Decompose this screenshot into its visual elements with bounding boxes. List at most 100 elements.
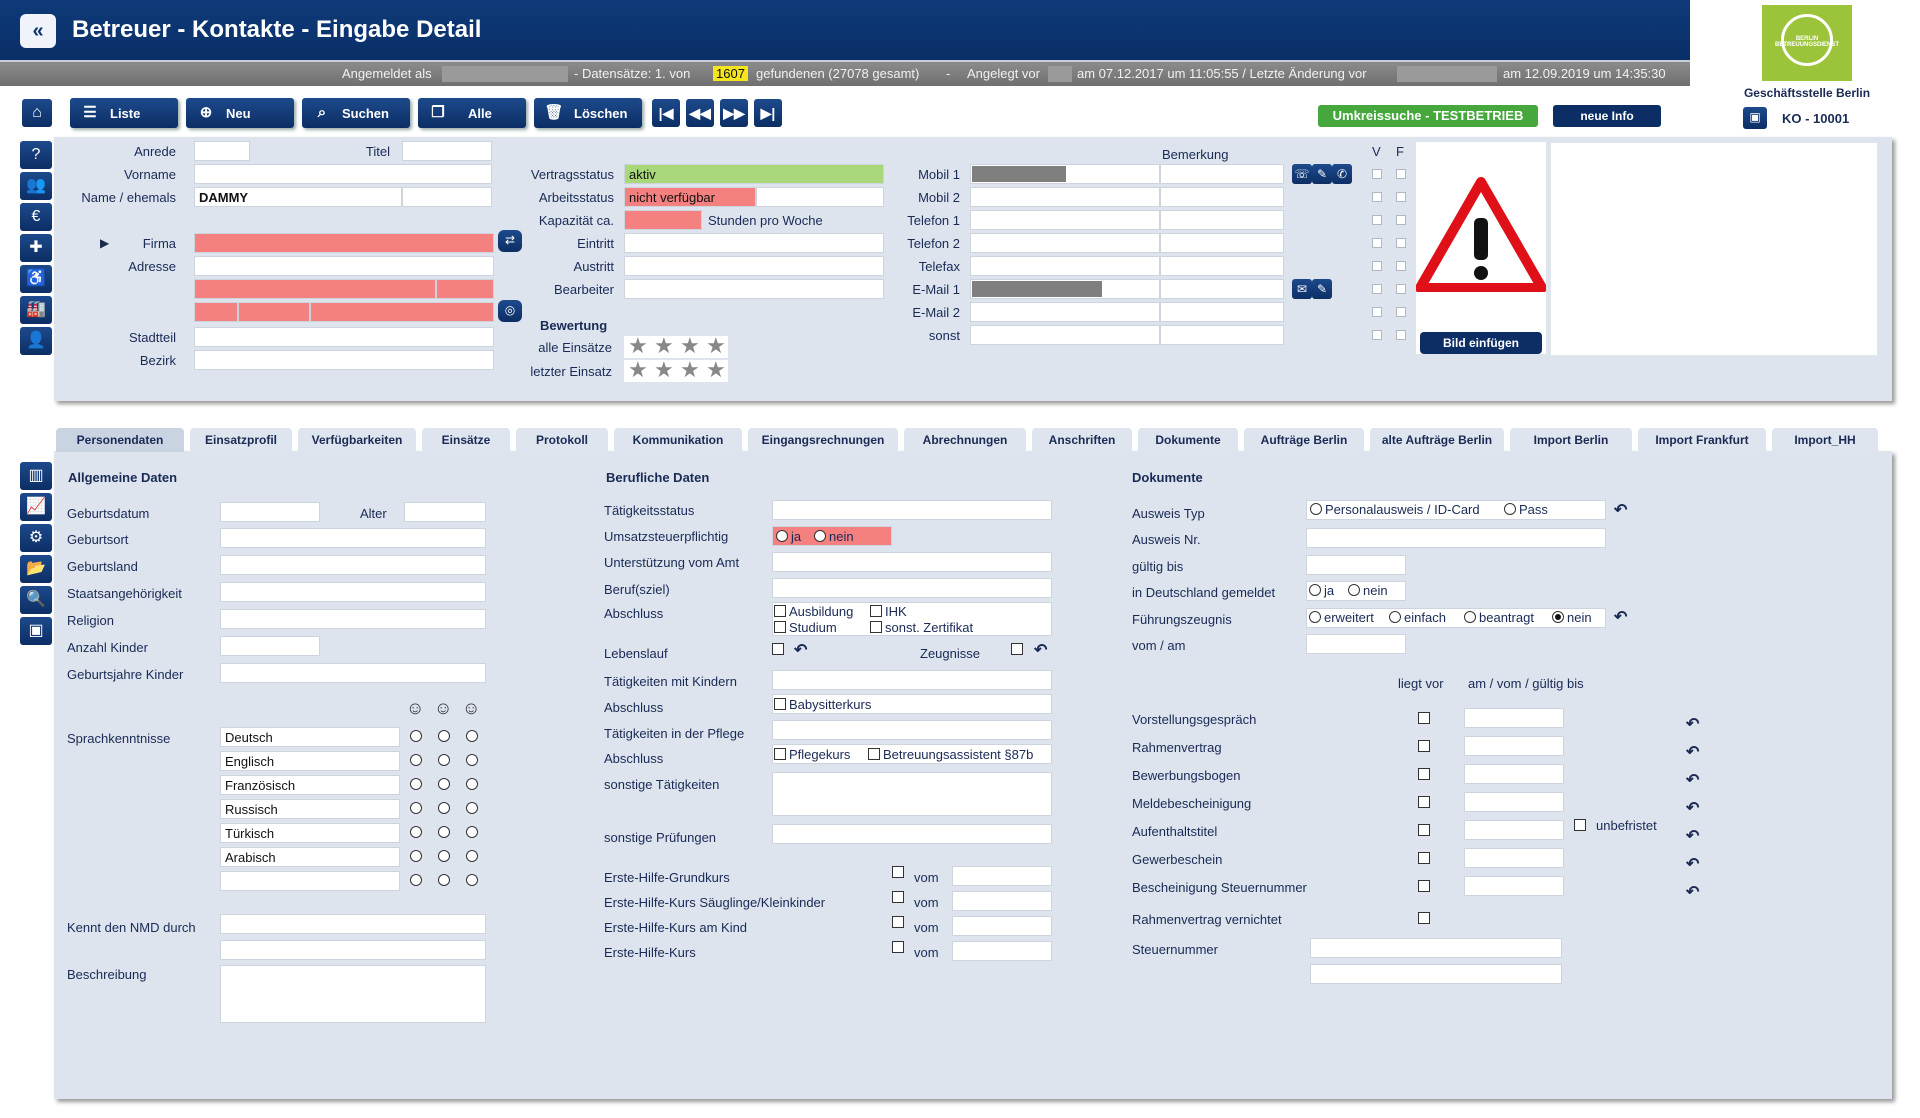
rating-last-stars[interactable]: ★ ★ ★ ★ — [624, 359, 728, 382]
language-rating-radio[interactable] — [410, 850, 422, 862]
umkreissuche-button[interactable]: Umkreissuche - TESTBETRIEB — [1318, 105, 1538, 127]
document-undo-icon[interactable]: ↶ — [1686, 714, 1699, 734]
envelope-icon[interactable]: ✉ — [1292, 279, 1312, 299]
taetigkeiten-pflege-field[interactable] — [772, 720, 1052, 740]
beschreibung-textarea[interactable] — [220, 965, 486, 1023]
tab-aufträge-berlin[interactable]: Aufträge Berlin — [1244, 428, 1364, 452]
fz-nein-radio[interactable] — [1552, 611, 1564, 623]
f-checkbox-3[interactable] — [1396, 215, 1406, 225]
ausweis-nr-field[interactable] — [1306, 528, 1606, 548]
f-checkbox-2[interactable] — [1396, 192, 1406, 202]
document-liegt-vor-checkbox[interactable] — [1418, 880, 1430, 892]
mobil2-field[interactable] — [970, 187, 1160, 207]
document-undo-icon[interactable]: ↶ — [1686, 770, 1699, 790]
document-undo-icon[interactable]: ↶ — [1686, 882, 1699, 902]
geburtsland-field[interactable] — [220, 555, 486, 575]
telefax-note-field[interactable] — [1160, 256, 1284, 276]
ausweis-undo-icon[interactable]: ↶ — [1614, 500, 1627, 520]
language-rating-radio[interactable] — [466, 754, 478, 766]
document-date-field[interactable] — [1464, 848, 1564, 868]
document-liegt-vor-checkbox[interactable] — [1418, 824, 1430, 836]
language-rating-radio[interactable] — [410, 802, 422, 814]
kennt-nmd-field[interactable] — [220, 914, 486, 934]
person-button[interactable]: 👤 — [20, 327, 52, 355]
unbefristet-checkbox[interactable] — [1574, 819, 1586, 831]
tab-verfügbarkeiten[interactable]: Verfügbarkeiten — [298, 428, 416, 452]
tab-import-frankfurt[interactable]: Import Frankfurt — [1638, 428, 1766, 452]
personalausweis-radio[interactable] — [1310, 503, 1322, 515]
back-button[interactable]: « — [20, 14, 56, 48]
language-rating-radio[interactable] — [438, 730, 450, 742]
name-field[interactable]: DAMMY — [194, 187, 402, 207]
new-button[interactable]: ⊕ Neu — [186, 98, 294, 128]
search-button[interactable]: ⌕ Suchen — [302, 98, 410, 128]
language-row[interactable]: Türkisch — [220, 823, 400, 843]
kapazitaet-field[interactable] — [624, 210, 702, 230]
factory-button[interactable]: 🏭 — [20, 296, 52, 324]
erste-hilfe-checkbox-2[interactable] — [892, 891, 904, 903]
geburtsort-field[interactable] — [220, 528, 486, 548]
language-rating-radio[interactable] — [410, 730, 422, 742]
gueltig-bis-field[interactable] — [1306, 555, 1406, 575]
vertragsstatus-field[interactable]: aktiv — [624, 164, 884, 184]
tab-dokumente[interactable]: Dokumente — [1138, 428, 1238, 452]
kennt-nmd-field-2[interactable] — [220, 940, 486, 960]
language-rating-radio[interactable] — [438, 778, 450, 790]
v-checkbox-8[interactable] — [1372, 330, 1382, 340]
v-checkbox-7[interactable] — [1372, 307, 1382, 317]
email2-field[interactable] — [970, 302, 1160, 322]
firma-field[interactable] — [194, 233, 494, 253]
erste-hilfe-date-4[interactable] — [952, 941, 1052, 961]
titel-field[interactable] — [402, 141, 492, 161]
tab-personendaten[interactable]: Personendaten — [56, 428, 184, 452]
tab-kommunikation[interactable]: Kommunikation — [614, 428, 742, 452]
geburtsdatum-field[interactable] — [220, 502, 320, 522]
tab-import-hh[interactable]: Import_HH — [1772, 428, 1878, 452]
ausbildung-checkbox[interactable] — [774, 605, 786, 617]
adresse-line2-field[interactable] — [194, 279, 436, 299]
bearbeiter-field[interactable] — [624, 279, 884, 299]
steuernummer-field[interactable] — [1310, 938, 1562, 958]
telefon1-field[interactable] — [970, 210, 1160, 230]
document-date-field[interactable] — [1464, 764, 1564, 784]
list-button[interactable]: ☰ Liste — [70, 98, 178, 128]
finance-button[interactable]: € — [20, 203, 52, 231]
in-deutschland-ja-radio[interactable] — [1309, 584, 1321, 596]
language-row[interactable]: Englisch — [220, 751, 400, 771]
zeugnisse-checkbox[interactable] — [1011, 643, 1023, 655]
vom-am-field[interactable] — [1306, 634, 1406, 654]
erste-hilfe-date-2[interactable] — [952, 891, 1052, 911]
telefon1-note-field[interactable] — [1160, 210, 1284, 230]
all-button[interactable]: ❐ Alle — [418, 98, 526, 128]
ort-field[interactable] — [238, 302, 310, 322]
email1-field[interactable] — [970, 279, 1160, 299]
telefon2-note-field[interactable] — [1160, 233, 1284, 253]
erste-hilfe-checkbox-3[interactable] — [892, 916, 904, 928]
erste-hilfe-checkbox-1[interactable] — [892, 866, 904, 878]
phone-icon[interactable]: ✆ — [1332, 164, 1352, 184]
tab-protokoll[interactable]: Protokoll — [516, 428, 608, 452]
caregiver-button[interactable]: ♿ — [20, 265, 52, 293]
tab-eingangsrechnungen[interactable]: Eingangsrechnungen — [748, 428, 898, 452]
anrede-field[interactable] — [194, 141, 250, 161]
insert-image-button[interactable]: Bild einfügen — [1420, 332, 1542, 354]
alter-field[interactable] — [404, 502, 486, 522]
fuehrungszeugnis-undo-icon[interactable]: ↶ — [1614, 607, 1627, 627]
help-button[interactable]: ? — [20, 141, 52, 169]
language-row[interactable]: Deutsch — [220, 727, 400, 747]
sonstige-pruefungen-field[interactable] — [772, 824, 1052, 844]
sonst-zertifikat-checkbox[interactable] — [870, 621, 882, 633]
tab-import-berlin[interactable]: Import Berlin — [1510, 428, 1632, 452]
eintritt-field[interactable] — [624, 233, 884, 253]
mobil2-note-field[interactable] — [1160, 187, 1284, 207]
language-rating-radio[interactable] — [410, 754, 422, 766]
f-checkbox-7[interactable] — [1396, 307, 1406, 317]
umsatzsteuer-nein-radio[interactable] — [814, 530, 826, 542]
tab-einsatzprofil[interactable]: Einsatzprofil — [190, 428, 292, 452]
language-row[interactable] — [220, 871, 400, 891]
erste-hilfe-date-1[interactable] — [952, 866, 1052, 886]
books-button[interactable]: ▥ — [20, 462, 52, 490]
land-field[interactable] — [310, 302, 494, 322]
in-deutschland-nein-radio[interactable] — [1348, 584, 1360, 596]
erste-hilfe-checkbox-4[interactable] — [892, 941, 904, 953]
